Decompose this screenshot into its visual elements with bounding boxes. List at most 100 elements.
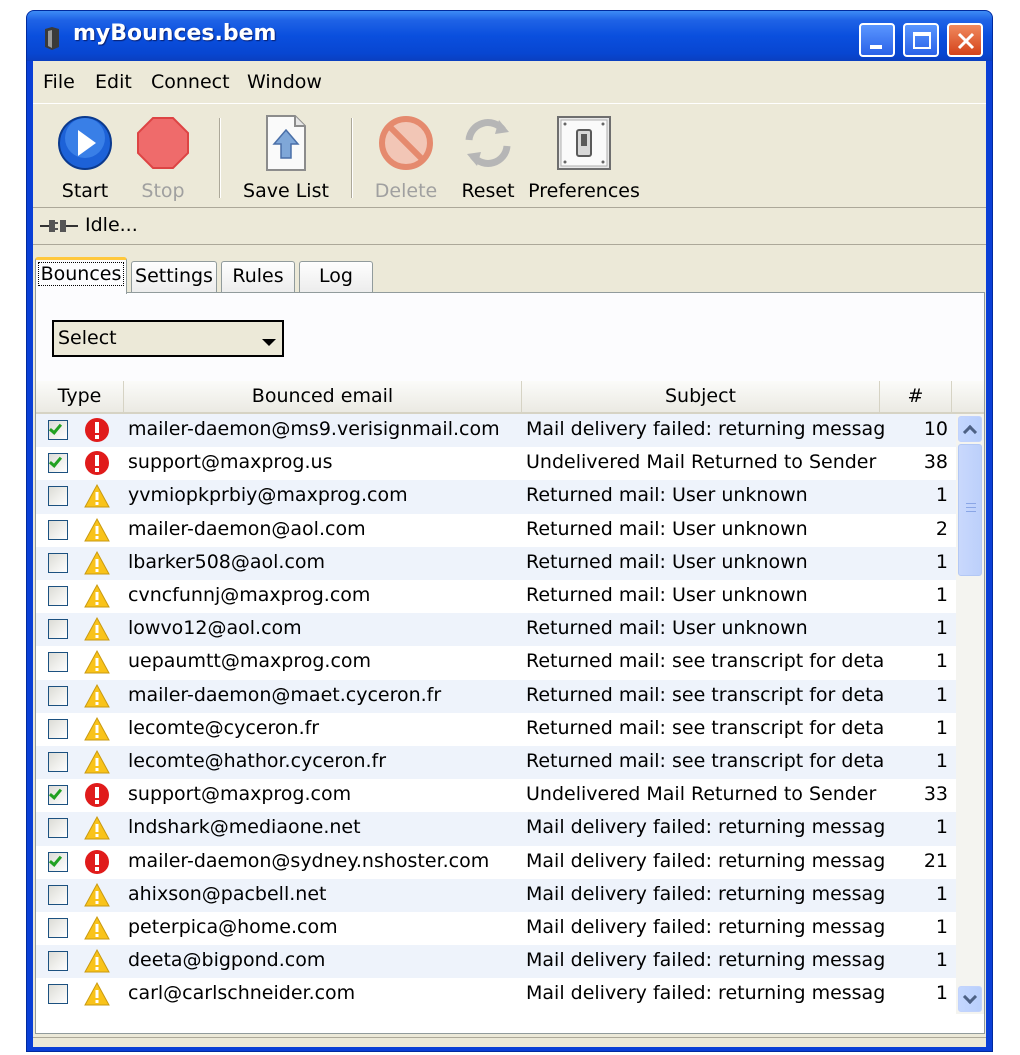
column-header-subject[interactable]: Subject bbox=[522, 381, 880, 412]
table-row[interactable]: lbarker508@aol.com Returned mail: User un… bbox=[36, 546, 956, 580]
connection-status: Idle... bbox=[33, 207, 986, 245]
row-checkbox[interactable] bbox=[48, 685, 68, 706]
subject-cell: Mail delivery failed: returning message … bbox=[526, 949, 886, 972]
bounced-email-cell: lndshark@mediaone.net bbox=[128, 816, 361, 839]
table-row[interactable]: peterpica@home.com Mail delivery failed: … bbox=[36, 912, 956, 945]
count-cell: 1 bbox=[935, 683, 948, 706]
table-row[interactable]: lecomte@hathor.cyceron.fr Returned mail: … bbox=[36, 746, 956, 780]
subject-cell: Mail delivery failed: returning message … bbox=[526, 916, 886, 938]
bounced-email-cell: peterpica@home.com bbox=[128, 916, 338, 938]
subject-cell: Mail delivery failed: returning message … bbox=[526, 816, 886, 839]
error-icon bbox=[85, 451, 109, 476]
row-checkbox[interactable] bbox=[48, 586, 68, 606]
warning-icon bbox=[84, 550, 110, 575]
row-checkbox[interactable] bbox=[48, 918, 68, 938]
close-button[interactable] bbox=[947, 23, 983, 57]
row-checkbox[interactable] bbox=[48, 752, 68, 772]
scroll-down-button[interactable] bbox=[958, 986, 982, 1012]
filter-select[interactable]: Select bbox=[52, 320, 284, 357]
menu-edit[interactable]: Edit bbox=[95, 71, 132, 93]
row-checkbox[interactable] bbox=[48, 652, 68, 673]
count-cell: 1 bbox=[935, 916, 948, 938]
table-row[interactable]: mailer-daemon@aol.com Returned mail: User… bbox=[36, 514, 956, 547]
tab-bounces[interactable]: Bounces bbox=[35, 257, 127, 294]
window-status-bar bbox=[33, 1037, 986, 1047]
table-row[interactable]: mailer-daemon@ms9.verisignmail.com Mail d… bbox=[36, 414, 956, 448]
row-checkbox[interactable] bbox=[48, 785, 68, 806]
switch-panel-icon bbox=[557, 116, 611, 170]
bounced-email-cell: lbarker508@aol.com bbox=[128, 550, 326, 573]
table-row[interactable]: carl@carlschneider.com Mail delivery fail… bbox=[36, 978, 956, 1011]
menu-connect[interactable]: Connect bbox=[151, 71, 230, 93]
scroll-thumb[interactable] bbox=[958, 444, 982, 576]
table-row[interactable]: uepaumtt@maxprog.com Returned mail: see t… bbox=[36, 646, 956, 679]
row-checkbox[interactable] bbox=[48, 951, 68, 972]
menu-bar: File Edit Connect Window bbox=[33, 61, 986, 103]
stop-icon bbox=[137, 117, 189, 169]
column-header-email[interactable]: Bounced email bbox=[124, 381, 522, 412]
minimize-button[interactable] bbox=[859, 23, 895, 57]
table-row[interactable]: lecomte@cyceron.fr Returned mail: see tra… bbox=[36, 713, 956, 746]
menu-file[interactable]: File bbox=[43, 71, 75, 93]
column-header-type[interactable]: Type bbox=[36, 381, 124, 412]
table-row[interactable]: support@maxprog.us Undelivered Mail Retur… bbox=[36, 447, 956, 480]
table-row[interactable]: deeta@bigpond.com Mail delivery failed: r… bbox=[36, 945, 956, 979]
bounced-email-cell: mailer-daemon@aol.com bbox=[128, 517, 366, 540]
count-cell: 21 bbox=[923, 849, 948, 872]
scroll-grip bbox=[966, 511, 976, 512]
row-checkbox[interactable] bbox=[48, 486, 68, 507]
row-checkbox[interactable] bbox=[48, 851, 68, 872]
scroll-grip bbox=[966, 503, 976, 504]
table-body: mailer-daemon@ms9.verisignmail.com Mail d… bbox=[36, 414, 956, 1014]
table-row[interactable]: mailer-daemon@maet.cyceron.fr Returned ma… bbox=[36, 679, 956, 713]
vertical-scrollbar[interactable] bbox=[956, 414, 984, 1014]
app-window: myBounces.bem File Edit Connect Window S… bbox=[26, 10, 993, 1052]
title-bar[interactable]: myBounces.bem bbox=[27, 11, 992, 61]
menu-window[interactable]: Window bbox=[247, 71, 322, 93]
table-row[interactable]: support@maxprog.com Undelivered Mail Retu… bbox=[36, 779, 956, 812]
tab-log[interactable]: Log bbox=[299, 261, 373, 293]
stop-button[interactable]: Stop bbox=[133, 108, 193, 208]
subject-cell: Undelivered Mail Returned to Sender bbox=[526, 783, 877, 806]
tab-settings[interactable]: Settings bbox=[131, 261, 217, 293]
status-text: Idle... bbox=[85, 214, 138, 236]
preferences-label: Preferences bbox=[528, 180, 640, 202]
warning-icon bbox=[84, 749, 110, 774]
maximize-button[interactable] bbox=[903, 23, 939, 57]
row-checkbox[interactable] bbox=[48, 519, 68, 540]
row-checkbox[interactable] bbox=[48, 718, 68, 739]
table-row[interactable]: lowvo12@aol.com Returned mail: User unkno… bbox=[36, 613, 956, 647]
column-header-count[interactable]: # bbox=[880, 381, 952, 412]
delete-button[interactable]: Delete bbox=[371, 108, 441, 208]
table-row[interactable]: yvmiopkprbiy@maxprog.com Returned mail: U… bbox=[36, 480, 956, 514]
preferences-button[interactable]: Preferences bbox=[527, 108, 641, 208]
table-row[interactable]: cvncfunnj@maxprog.com Returned mail: User… bbox=[36, 580, 956, 613]
row-checkbox[interactable] bbox=[48, 884, 68, 905]
tab-rules[interactable]: Rules bbox=[221, 261, 295, 293]
scroll-up-button[interactable] bbox=[958, 416, 982, 442]
reset-button[interactable]: Reset bbox=[453, 108, 523, 208]
bounced-email-cell: mailer-daemon@sydney.nshoster.com bbox=[128, 849, 490, 872]
table-row[interactable]: mailer-daemon@sydney.nshoster.com Mail de… bbox=[36, 846, 956, 879]
row-checkbox[interactable] bbox=[48, 984, 68, 1005]
bounced-email-cell: support@maxprog.com bbox=[128, 783, 352, 806]
stop-label: Stop bbox=[141, 180, 185, 202]
row-checkbox[interactable] bbox=[48, 552, 68, 573]
bounced-email-cell: mailer-daemon@maet.cyceron.fr bbox=[128, 683, 442, 706]
error-icon bbox=[85, 418, 109, 442]
play-icon bbox=[58, 116, 112, 170]
row-checkbox[interactable] bbox=[48, 420, 68, 440]
start-button[interactable]: Start bbox=[55, 108, 115, 208]
table-row[interactable]: lndshark@mediaone.net Mail delivery faile… bbox=[36, 812, 956, 846]
row-checkbox[interactable] bbox=[48, 818, 68, 839]
subject-cell: Mail delivery failed: returning message … bbox=[526, 882, 886, 905]
save-document-icon bbox=[266, 115, 306, 171]
count-cell: 1 bbox=[935, 617, 948, 640]
error-icon bbox=[85, 783, 109, 808]
table-row[interactable]: ahixson@pacbell.net Mail delivery failed:… bbox=[36, 878, 956, 912]
save-list-button[interactable]: Save List bbox=[239, 108, 333, 208]
toolbar-separator bbox=[219, 118, 221, 198]
row-checkbox[interactable] bbox=[48, 619, 68, 640]
row-checkbox[interactable] bbox=[48, 453, 68, 474]
warning-icon bbox=[84, 517, 110, 542]
